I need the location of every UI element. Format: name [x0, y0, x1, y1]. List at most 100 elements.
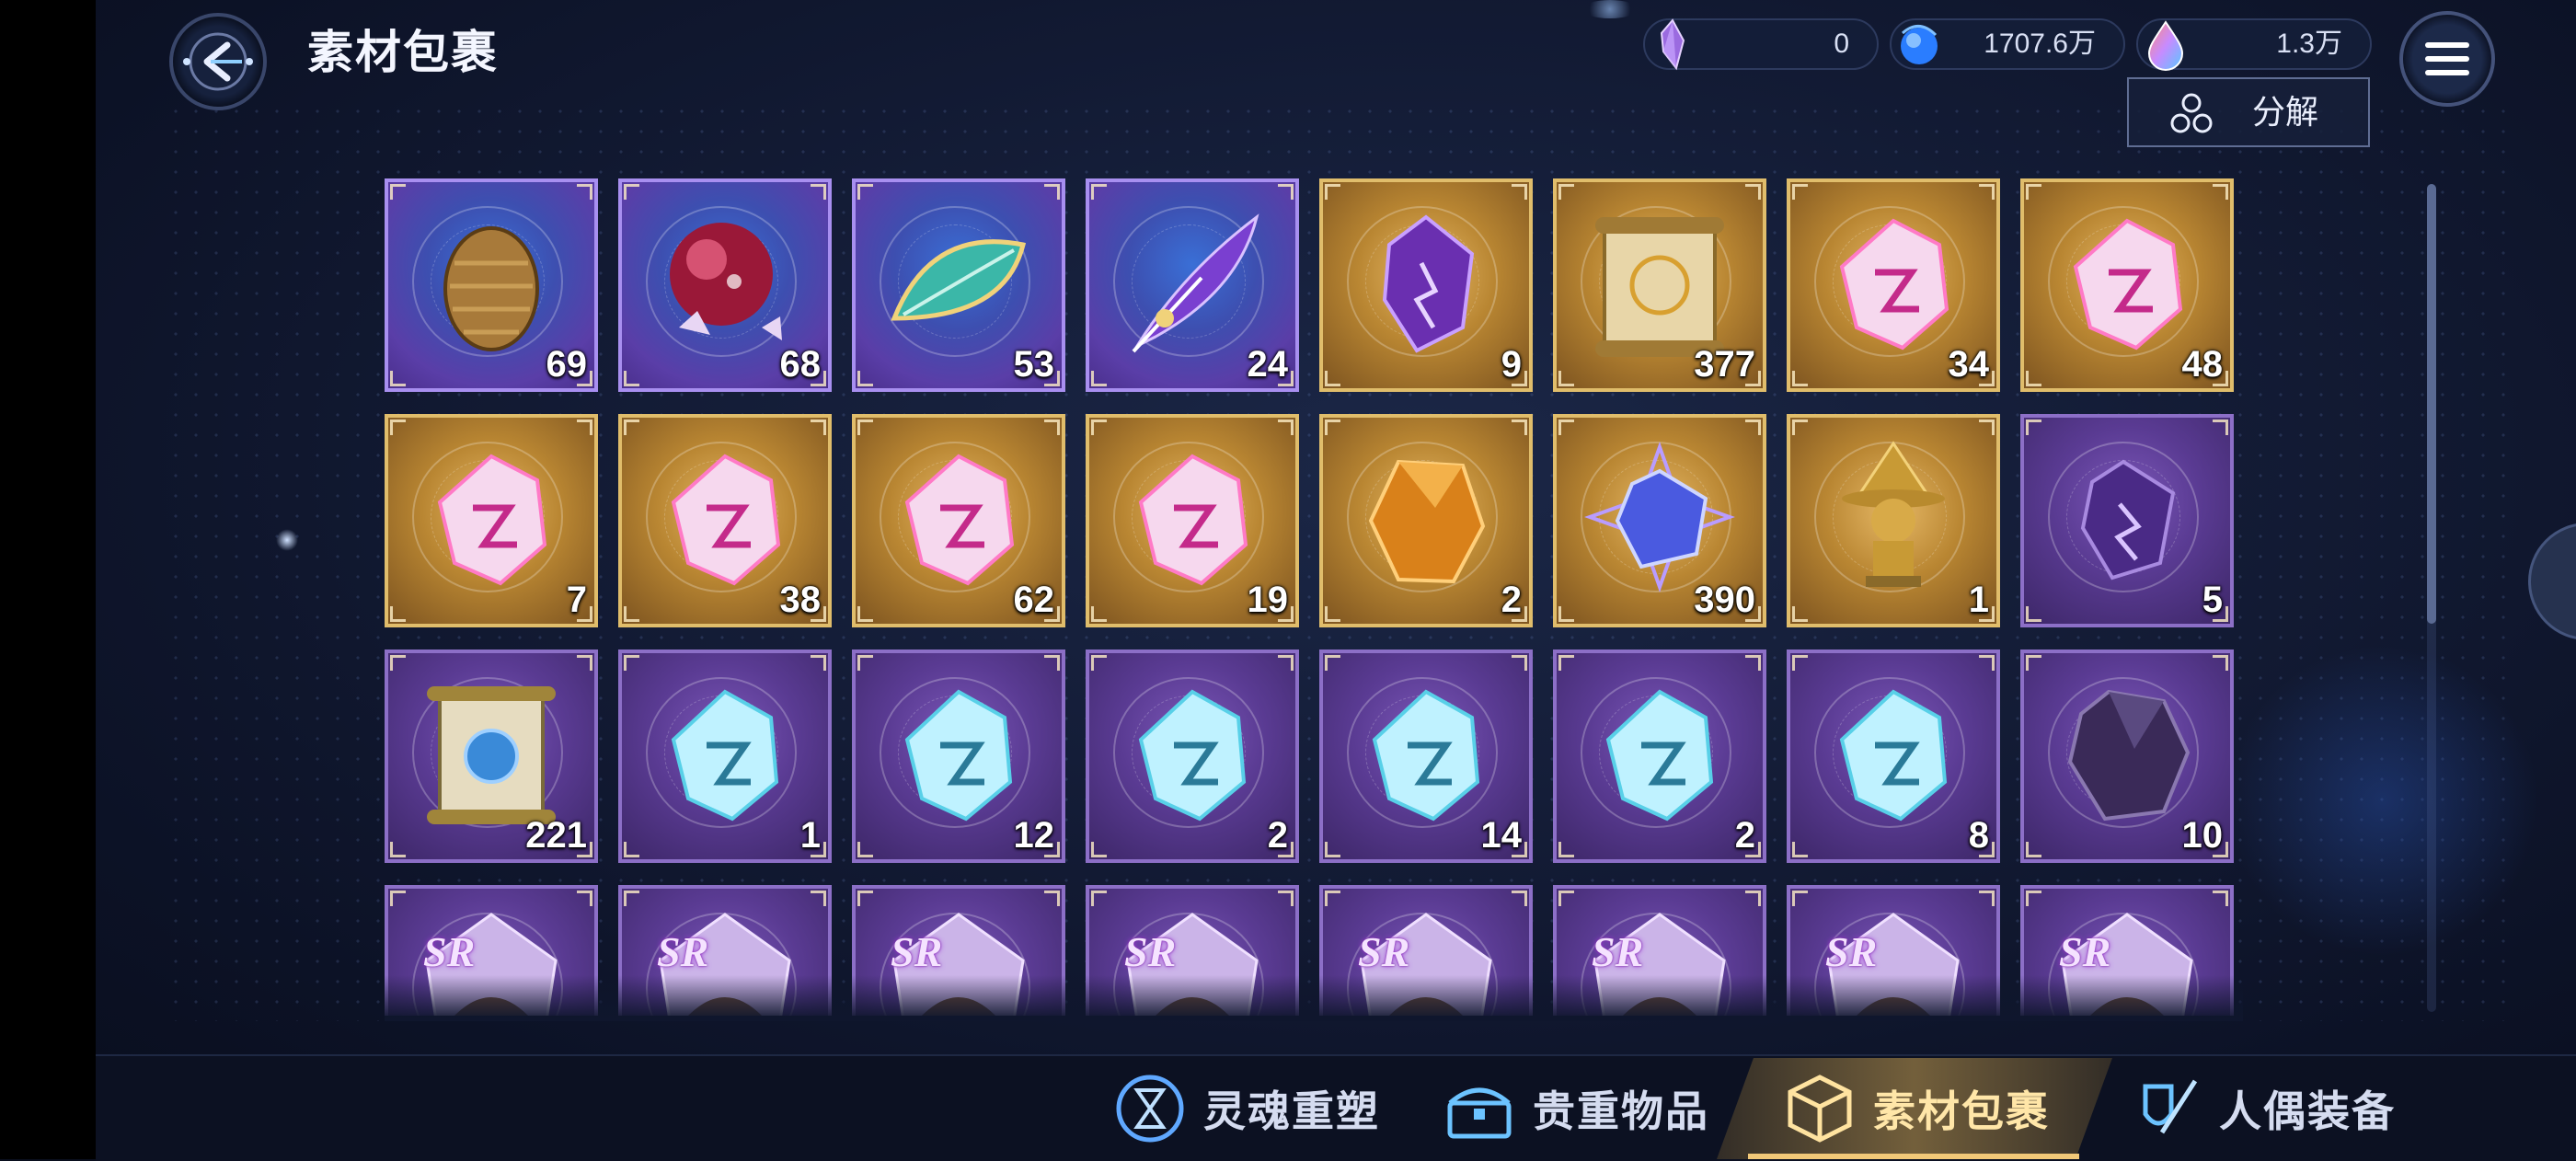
- item-count: 2: [1267, 815, 1288, 856]
- currency-crystal: 0: [1643, 18, 1879, 71]
- item-slot[interactable]: 221: [385, 649, 598, 863]
- item-count: 5: [2202, 580, 2223, 620]
- item-slot[interactable]: 5: [2020, 414, 2234, 627]
- currency-blue-orb: 1707.6万: [1890, 18, 2125, 70]
- decompose-label: 分解: [2252, 93, 2319, 131]
- tab-valuables[interactable]: 贵重物品: [1439, 1058, 1709, 1159]
- star-sparkle-top: [1582, 0, 1638, 18]
- rarity-tag: SR: [1592, 928, 1644, 975]
- item-slot[interactable]: 8: [1787, 649, 2000, 863]
- item-slot[interactable]: 377: [1553, 178, 1766, 392]
- amber-gem-icon: [1368, 459, 1486, 584]
- item-slot[interactable]: 2: [1553, 649, 1766, 863]
- currency-rainbow-drop: 1.3万: [2136, 18, 2372, 71]
- item-count: 7: [566, 580, 587, 620]
- item-slot[interactable]: 9: [1319, 178, 1533, 392]
- tab-material-package-label: 素材包裹: [1873, 1087, 2050, 1135]
- decompose-button[interactable]: 分解: [2127, 77, 2370, 147]
- item-count: 10: [2181, 815, 2224, 856]
- back-arrow-icon: [183, 32, 253, 91]
- rarity-tag: SR: [891, 928, 943, 975]
- item-count: 69: [546, 344, 588, 385]
- item-slot[interactable]: 12: [852, 649, 1065, 863]
- cyan-rune-stone-icon: [1138, 689, 1247, 822]
- dark-purple-shard-icon: [2080, 459, 2176, 580]
- item-slot[interactable]: 7: [385, 414, 598, 627]
- menu-button[interactable]: [2399, 11, 2495, 107]
- item-count: 24: [1247, 344, 1289, 385]
- item-slot[interactable]: 19: [1086, 414, 1299, 627]
- rarity-tag: SR: [2059, 928, 2111, 975]
- purple-crystal-shard-icon: [1382, 214, 1475, 353]
- item-count: 19: [1247, 580, 1289, 620]
- item-slot[interactable]: 48: [2020, 178, 2234, 392]
- star-sparkle: [276, 529, 298, 551]
- item-slot[interactable]: 14: [1319, 649, 1533, 863]
- screen-edge: [0, 0, 96, 1159]
- tab-doll-equipment-label: 人偶装备: [2219, 1087, 2396, 1135]
- item-slot[interactable]: 62: [852, 414, 1065, 627]
- tab-soul-reshape[interactable]: 灵魂重塑: [1110, 1058, 1380, 1159]
- blue-orb-icon: [1901, 25, 1938, 64]
- soul-reshape-icon: [1116, 1075, 1184, 1143]
- grid-fade: [385, 975, 2243, 1021]
- item-count: 9: [1501, 344, 1522, 385]
- hamburger-menu-icon: [2425, 42, 2469, 75]
- item-slot[interactable]: 2: [1086, 649, 1299, 863]
- background-glow: [2226, 644, 2539, 957]
- tab-doll-equipment[interactable]: 人偶装备: [2125, 1058, 2396, 1159]
- tab-valuables-label: 贵重物品: [1533, 1087, 1709, 1135]
- rainbow-drop-icon: [2147, 20, 2184, 71]
- item-count: 2: [1501, 580, 1522, 620]
- item-slot[interactable]: 69: [385, 178, 598, 392]
- cyan-rune-stone-icon: [1839, 689, 1948, 822]
- item-slot[interactable]: 24: [1086, 178, 1299, 392]
- rarity-tag: SR: [423, 928, 476, 975]
- item-count: 38: [779, 580, 822, 620]
- item-count: 8: [1968, 815, 1989, 856]
- currency-rainbow-drop-value: 1.3万: [2276, 29, 2342, 59]
- purple-crystal-icon: [1660, 18, 1685, 71]
- item-slot[interactable]: 1: [1787, 414, 2000, 627]
- cyan-rune-stone-icon: [1605, 689, 1714, 822]
- cyan-rune-stone-icon: [671, 689, 779, 822]
- rarity-tag: SR: [1124, 928, 1177, 975]
- item-count: 34: [1948, 344, 1990, 385]
- rarity-tag: SR: [657, 928, 709, 975]
- item-count: 62: [1013, 580, 1055, 620]
- item-slot[interactable]: 390: [1553, 414, 1766, 627]
- golden-witch-figurine-icon: [1842, 441, 1945, 587]
- item-count: 1: [1968, 580, 1989, 620]
- item-slot[interactable]: 34: [1787, 178, 2000, 392]
- currency-blue-orb-value: 1707.6万: [1984, 29, 2096, 59]
- page-title: 素材包裹: [307, 27, 499, 78]
- item-count: 377: [1694, 344, 1755, 385]
- material-package-icon: [1788, 1075, 1852, 1143]
- item-count: 1: [799, 815, 821, 856]
- scrollbar-thumb[interactable]: [2427, 184, 2436, 624]
- rarity-tag: SR: [1358, 928, 1410, 975]
- currency-crystal-value: 0: [1834, 29, 1849, 59]
- item-slot[interactable]: 38: [618, 414, 832, 627]
- tab-material-package[interactable]: 素材包裹: [1779, 1058, 2050, 1159]
- decompose-icon: [2170, 93, 2213, 133]
- item-count: 14: [1480, 815, 1523, 856]
- item-slot[interactable]: 10: [2020, 649, 2234, 863]
- item-count: 2: [1734, 815, 1755, 856]
- tab-soul-reshape-label: 灵魂重塑: [1203, 1087, 1380, 1135]
- rarity-tag: SR: [1825, 928, 1878, 975]
- item-count: 68: [779, 344, 822, 385]
- item-count: 221: [525, 815, 587, 856]
- doll-equipment-icon: [2143, 1079, 2198, 1134]
- treasure-chest-icon: [1447, 1087, 1512, 1139]
- item-count: 390: [1694, 580, 1755, 620]
- item-count: 12: [1013, 815, 1055, 856]
- item-grid: 69 68 53 24 9 377 34 48 7 38 62 19 2 390 1 5 221 1 12 2 14 2 8…: [385, 178, 2243, 1016]
- pink-rune-stone-icon: [437, 454, 547, 586]
- back-button[interactable]: [169, 13, 267, 110]
- item-slot[interactable]: 68: [618, 178, 832, 392]
- item-count: 48: [2181, 344, 2224, 385]
- item-slot[interactable]: 53: [852, 178, 1065, 392]
- item-slot[interactable]: 2: [1319, 414, 1533, 627]
- item-slot[interactable]: 1: [618, 649, 832, 863]
